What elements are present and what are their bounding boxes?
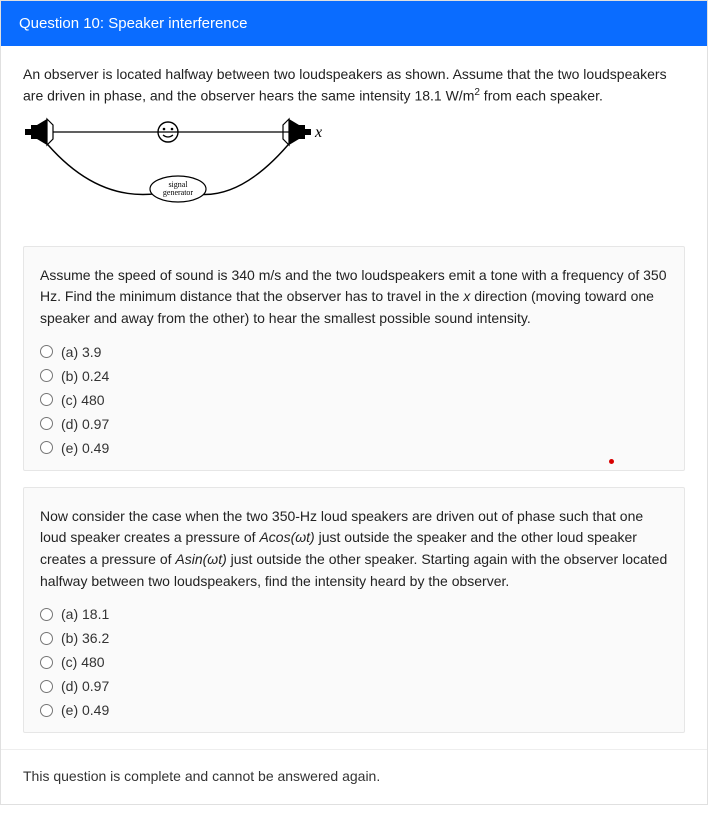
part2-option-e[interactable]: (e) 0.49 — [40, 702, 668, 718]
part1-option-e[interactable]: (e) 0.49 — [40, 440, 668, 456]
part1-option-e-label: (e) 0.49 — [61, 440, 109, 456]
part2-radio-e[interactable] — [40, 704, 53, 717]
left-speaker-icon — [25, 119, 53, 145]
part1-option-d[interactable]: (d) 0.97 — [40, 416, 668, 432]
part1-radio-a[interactable] — [40, 345, 53, 358]
question-intro: An observer is located halfway between t… — [1, 46, 707, 117]
part1-option-a-label: (a) 3.9 — [61, 344, 101, 360]
completion-text: This question is complete and cannot be … — [23, 768, 380, 784]
part1-block: Assume the speed of sound is 340 m/s and… — [23, 246, 685, 471]
part1-options: (a) 3.9 (b) 0.24 (c) 480 (d) 0.97 (e) 0.… — [40, 344, 668, 456]
part2-eq2: Asin(ωt) — [175, 551, 226, 567]
part1-option-b-label: (b) 0.24 — [61, 368, 109, 384]
part1-option-c-label: (c) 480 — [61, 392, 105, 408]
part1-prompt: Assume the speed of sound is 340 m/s and… — [40, 265, 668, 330]
part2-option-b[interactable]: (b) 36.2 — [40, 630, 668, 646]
part1-option-c[interactable]: (c) 480 — [40, 392, 668, 408]
part2-options: (a) 18.1 (b) 36.2 (c) 480 (d) 0.97 (e) 0… — [40, 606, 668, 718]
part1-option-a[interactable]: (a) 3.9 — [40, 344, 668, 360]
part2-option-c[interactable]: (c) 480 — [40, 654, 668, 670]
x-axis-label: x — [314, 124, 322, 141]
part2-prompt: Now consider the case when the two 350-H… — [40, 506, 668, 593]
part2-option-a[interactable]: (a) 18.1 — [40, 606, 668, 622]
part1-radio-e[interactable] — [40, 441, 53, 454]
part2-radio-c[interactable] — [40, 656, 53, 669]
part1-option-d-label: (d) 0.97 — [61, 416, 109, 432]
part2-option-b-label: (b) 36.2 — [61, 630, 109, 646]
part1-radio-c[interactable] — [40, 393, 53, 406]
part2-option-d-label: (d) 0.97 — [61, 678, 109, 694]
question-card: Question 10: Speaker interference An obs… — [0, 0, 708, 805]
part1-option-b[interactable]: (b) 0.24 — [40, 368, 668, 384]
part2-radio-b[interactable] — [40, 632, 53, 645]
part2-radio-a[interactable] — [40, 608, 53, 621]
part2-block: Now consider the case when the two 350-H… — [23, 487, 685, 734]
part2-eq1: Acos(ωt) — [259, 529, 314, 545]
question-title: Question 10: Speaker interference — [19, 15, 247, 32]
part2-option-a-label: (a) 18.1 — [61, 606, 109, 622]
diagram-container: x signal generator — [1, 117, 707, 230]
part2-radio-d[interactable] — [40, 680, 53, 693]
part1-radio-d[interactable] — [40, 417, 53, 430]
signal-label-2: generator — [163, 188, 194, 197]
question-header: Question 10: Speaker interference — [1, 1, 707, 46]
part2-option-c-label: (c) 480 — [61, 654, 105, 670]
part1-radio-b[interactable] — [40, 369, 53, 382]
part2-option-d[interactable]: (d) 0.97 — [40, 678, 668, 694]
part2-option-e-label: (e) 0.49 — [61, 702, 109, 718]
intro-text-after: from each speaker. — [480, 88, 603, 104]
completion-message: This question is complete and cannot be … — [1, 749, 707, 804]
speaker-diagram: x signal generator — [23, 117, 333, 217]
